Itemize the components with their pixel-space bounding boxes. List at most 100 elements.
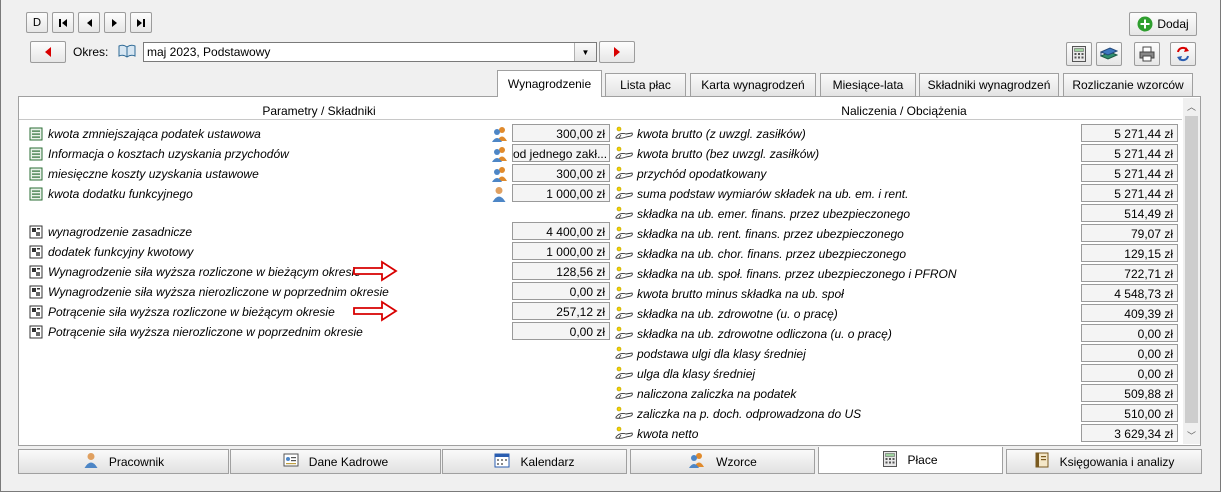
left-row[interactable]: Informacja o kosztach uzyskania przychod… — [19, 144, 614, 164]
right-row-value[interactable]: 79,07 zł — [1081, 224, 1178, 242]
hand-coin-icon — [615, 126, 633, 139]
right-row-value[interactable]: 409,39 zł — [1081, 304, 1178, 322]
hand-coin-icon — [615, 226, 633, 239]
right-row-label: przychód opodatkowany — [637, 167, 767, 181]
right-row[interactable]: składka na ub. zdrowotne odliczona (u. o… — [614, 324, 1182, 344]
right-row-value[interactable]: 5 271,44 zł — [1081, 164, 1178, 182]
left-row[interactable]: Wynagrodzenie siła wyższa nierozliczone … — [19, 282, 614, 302]
right-row-value[interactable]: 5 271,44 zł — [1081, 124, 1178, 142]
right-row[interactable]: kwota brutto (z uwzgl. zasiłków) 5 271,44… — [614, 124, 1182, 144]
row-icon — [29, 147, 43, 161]
bottom-tab-wzorce[interactable]: Wzorce — [630, 449, 815, 474]
right-row-value[interactable]: 509,88 zł — [1081, 384, 1178, 402]
add-button[interactable]: Dodaj — [1129, 12, 1197, 36]
right-row-value[interactable]: 0,00 zł — [1081, 324, 1178, 342]
right-row-value[interactable]: 129,15 zł — [1081, 244, 1178, 262]
right-row-value[interactable]: 510,00 zł — [1081, 404, 1178, 422]
new-record-button[interactable]: D — [26, 12, 48, 33]
bottom-tab-label: Dane Kadrowe — [308, 454, 389, 469]
left-row-value[interactable]: 128,56 zł — [512, 262, 610, 280]
right-row[interactable]: kwota brutto minus składka na ub. społ 4 … — [614, 284, 1182, 304]
right-row-value[interactable]: 514,49 zł — [1081, 204, 1178, 222]
calculator-button[interactable] — [1066, 42, 1092, 66]
hand-coin-icon — [614, 146, 634, 160]
tab-skladniki-wynagrodzen[interactable]: Składniki wynagrodzeń — [919, 73, 1059, 96]
right-row[interactable]: zaliczka na p. doch. odprowadzona do US 5… — [614, 404, 1182, 424]
right-row[interactable]: składka na ub. zdrowotne (u. o pracę) 409… — [614, 304, 1182, 324]
period-next-button[interactable] — [599, 41, 635, 63]
left-row[interactable]: miesięczne koszty uzyskania ustawowe 300,… — [19, 164, 614, 184]
right-row[interactable]: ulga dla klasy średniej 0,00 zł — [614, 364, 1182, 384]
left-row-value[interactable]: od jednego zakł... — [512, 144, 610, 162]
bottom-tab-dane-kadrowe[interactable]: Dane Kadrowe — [230, 449, 441, 474]
chevron-down-icon[interactable]: ▼ — [574, 43, 596, 61]
source-icon[interactable] — [491, 126, 509, 142]
bottom-tab-pracownik[interactable]: Pracownik — [18, 449, 229, 474]
right-row[interactable]: podstawa ulgi dla klasy średniej 0,00 zł — [614, 344, 1182, 364]
red-arrow-icon — [353, 260, 398, 282]
bottom-tab-księgowania-i-analizy[interactable]: Księgowania i analizy — [1006, 449, 1202, 474]
right-row[interactable]: przychód opodatkowany 5 271,44 zł — [614, 164, 1182, 184]
left-row[interactable]: wynagrodzenie zasadnicze 4 400,00 zł — [19, 222, 614, 242]
right-row-value[interactable]: 0,00 zł — [1081, 344, 1178, 362]
first-record-button[interactable] — [52, 12, 74, 33]
right-row[interactable]: kwota netto 3 629,34 zł — [614, 424, 1182, 444]
right-row[interactable]: kwota brutto (bez uwzgl. zasiłków) 5 271,… — [614, 144, 1182, 164]
component-icon — [29, 265, 43, 279]
bottom-tab-kalendarz[interactable]: Kalendarz — [442, 449, 627, 474]
left-row[interactable]: Potrącenie siła wyższa rozliczone w bież… — [19, 300, 614, 322]
left-row-value[interactable]: 300,00 zł — [512, 124, 610, 142]
tab-miesiace-lata[interactable]: Miesiące-lata — [820, 73, 916, 96]
scroll-up-icon[interactable]: ︿ — [1183, 98, 1200, 114]
left-row-value[interactable]: 257,12 zł — [512, 302, 610, 320]
bottom-tab-płace[interactable]: Płace — [818, 447, 1003, 474]
red-left-arrow-icon — [45, 47, 51, 57]
vertical-scrollbar[interactable]: ︿ ﹀ — [1183, 98, 1200, 444]
left-row[interactable]: kwota zmniejszająca podatek ustawowa 300,… — [19, 124, 614, 144]
left-row-value[interactable]: 0,00 zł — [512, 322, 610, 340]
right-row[interactable]: składka na ub. emer. finans. przez ubezp… — [614, 204, 1182, 224]
left-row-label: Wynagrodzenie siła wyższa nierozliczone … — [48, 285, 389, 299]
tab-rozliczanie-wzorcow[interactable]: Rozliczanie wzorców — [1063, 73, 1193, 96]
right-row[interactable]: składka na ub. chor. finans. przez ubezp… — [614, 244, 1182, 264]
left-row[interactable]: kwota dodatku funkcyjnego 1 000,00 zł — [19, 184, 614, 204]
prev-record-button[interactable] — [78, 12, 100, 33]
left-row-value[interactable]: 0,00 zł — [512, 282, 610, 300]
last-record-button[interactable] — [130, 12, 152, 33]
right-row-value[interactable]: 722,71 zł — [1081, 264, 1178, 282]
left-row-value[interactable]: 1 000,00 zł — [512, 184, 610, 202]
hand-coin-icon — [614, 126, 634, 140]
right-row-value[interactable]: 0,00 zł — [1081, 364, 1178, 382]
next-record-button[interactable] — [104, 12, 126, 33]
right-row[interactable]: składka na ub. rent. finans. przez ubezp… — [614, 224, 1182, 244]
print-button[interactable] — [1134, 42, 1160, 66]
right-row[interactable]: naliczona zaliczka na podatek 509,88 zł — [614, 384, 1182, 404]
tab-karta-wynagrodzen[interactable]: Karta wynagrodzeń — [690, 73, 816, 96]
period-prev-button[interactable] — [30, 41, 66, 63]
left-row[interactable]: dodatek funkcyjny kwotowy 1 000,00 zł — [19, 242, 614, 262]
new-record-label: D — [32, 16, 42, 29]
left-row-value[interactable]: 300,00 zł — [512, 164, 610, 182]
scroll-down-icon[interactable]: ﹀ — [1183, 427, 1200, 443]
period-select[interactable]: maj 2023, Podstawowy ▼ — [143, 42, 597, 62]
right-row-value[interactable]: 5 271,44 zł — [1081, 184, 1178, 202]
left-row[interactable]: Wynagrodzenie siła wyższa rozliczone w b… — [19, 260, 614, 282]
right-row[interactable]: składka na ub. społ. finans. przez ubezp… — [614, 264, 1182, 284]
right-row[interactable]: suma podstaw wymiarów składek na ub. em.… — [614, 184, 1182, 204]
source-icon[interactable] — [491, 146, 509, 162]
left-row[interactable]: Potrącenie siła wyższa nierozliczone w p… — [19, 322, 614, 342]
right-row-value[interactable]: 5 271,44 zł — [1081, 144, 1178, 162]
source-icon[interactable] — [491, 166, 509, 182]
right-row-value[interactable]: 4 548,73 zł — [1081, 284, 1178, 302]
refresh-button[interactable] — [1170, 42, 1196, 66]
left-row-value[interactable]: 4 400,00 zł — [512, 222, 610, 240]
left-row-value[interactable]: 1 000,00 zł — [512, 242, 610, 260]
books-button[interactable] — [1096, 42, 1122, 66]
tab-lista-plac[interactable]: Lista płac — [605, 73, 686, 96]
tab-wynagrodzenie[interactable]: Wynagrodzenie — [497, 70, 602, 97]
scrollbar-thumb[interactable] — [1185, 116, 1198, 423]
open-book-icon[interactable] — [118, 44, 136, 58]
right-row-label: podstawa ulgi dla klasy średniej — [637, 347, 806, 361]
right-row-value[interactable]: 3 629,34 zł — [1081, 424, 1178, 442]
source-icon[interactable] — [491, 186, 509, 202]
